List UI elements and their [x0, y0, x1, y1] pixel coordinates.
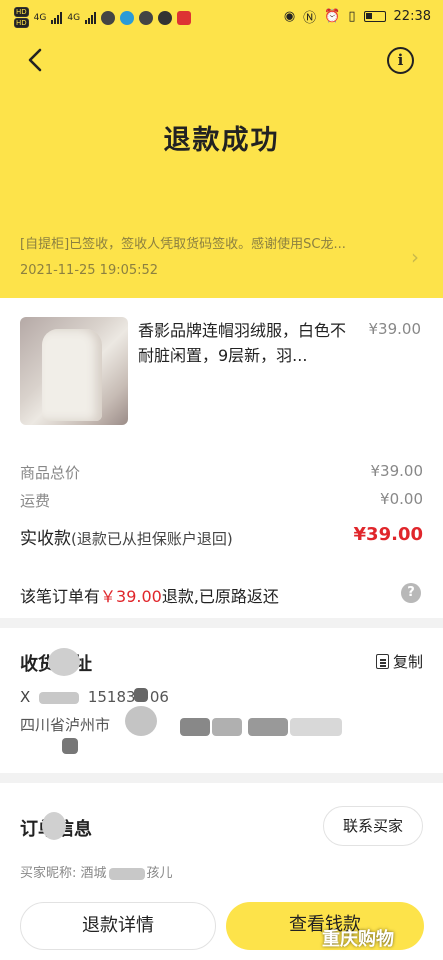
signal-icon-2 — [85, 11, 97, 24]
product-name[interactable]: 香影品牌连帽羽绒服，白色不耐脏闲置，9层新，羽... — [138, 318, 356, 368]
privacy-blur-4 — [290, 718, 342, 736]
info-icon: i — [397, 51, 404, 69]
copy-button[interactable]: 复制 — [375, 651, 423, 672]
hd-badge-2: HD — [14, 18, 29, 28]
address-region: 四川省泸州市 — [20, 716, 111, 734]
paid-label: 实收款 — [20, 529, 71, 549]
product-thumbnail[interactable] — [20, 317, 128, 425]
shipping-value: ¥0.00 — [380, 490, 423, 508]
alarm-icon: ⏰ — [324, 9, 341, 24]
privacy-blur — [48, 648, 80, 676]
privacy-blur-circle — [125, 706, 157, 736]
refund-amount: ￥39.00 — [100, 587, 162, 606]
nickname-prefix: 买家昵称: 酒城 — [20, 866, 107, 881]
logistics-message: [自提柜]已签收，签收人凭取货码签收。感谢使用SC龙... — [20, 237, 346, 252]
copy-label: 复制 — [392, 653, 423, 671]
receiver-phone: 151836 06 — [87, 688, 169, 706]
battery-icon — [363, 11, 386, 22]
status-right: ◉ Ⓝ ⏰ ▯ 22:38 — [284, 7, 431, 26]
info-button[interactable]: i — [387, 47, 414, 74]
product-price: ¥39.00 — [368, 320, 422, 338]
status-left: HD HD 4G 4G — [14, 7, 192, 28]
clock: 22:38 — [393, 9, 431, 24]
privacy-blur-nick — [108, 867, 145, 880]
hd-badge-1: HD — [14, 7, 29, 17]
privacy-blur-name — [39, 691, 80, 704]
hd-badges: HD HD — [14, 7, 29, 28]
page-title: 退款成功 — [163, 125, 280, 156]
vibrate-icon: ▯ — [348, 9, 356, 24]
refund-note-suffix: 退款,已原路返还 — [161, 587, 279, 606]
contact-buyer-button[interactable]: 联系买家 — [323, 806, 423, 846]
logistics-time: 2021-11-25 19:05:52 — [20, 263, 159, 278]
privacy-blur-7 — [42, 812, 66, 840]
copy-icon — [375, 654, 389, 669]
shipping-row: 运费 ¥0.00 — [20, 490, 423, 511]
nickname-suffix: 孩儿 — [146, 866, 173, 881]
paid-label-wrap: 实收款(退款已从担保账户退回) — [20, 524, 233, 549]
total-label: 商品总价 — [20, 464, 81, 482]
chevron-right-icon[interactable]: › — [411, 245, 419, 269]
total-row: 商品总价 ¥39.00 — [20, 462, 423, 483]
network-label-1: 4G — [33, 12, 47, 23]
nfc-icon: Ⓝ — [303, 11, 317, 26]
paid-row: 实收款(退款已从担保账户退回) ¥39.00 — [20, 524, 423, 549]
app-notification-icon — [101, 10, 116, 25]
paid-hint: (退款已从担保账户退回) — [71, 530, 233, 548]
privacy-blur-1 — [180, 718, 210, 736]
receiver-name-masked: X — [20, 688, 31, 706]
network-label-2: 4G — [67, 12, 81, 23]
total-value: ¥39.00 — [370, 462, 424, 480]
signal-icon — [51, 11, 63, 24]
view-wallet-button[interactable]: 查看钱款 — [226, 902, 424, 950]
paid-value: ¥39.00 — [353, 524, 423, 545]
address-detail: 四川省泸州市 — [20, 714, 110, 735]
buyer-nickname: 买家昵称: 酒城 孩儿 — [20, 862, 173, 881]
privacy-blur-5 — [62, 738, 78, 754]
refund-note: 该笔订单有￥39.00退款,已原路返还 — [20, 583, 279, 607]
chevron-left-icon — [28, 48, 42, 72]
privacy-blur-6 — [134, 688, 148, 702]
back-button[interactable] — [22, 44, 50, 76]
privacy-blur-2 — [212, 718, 242, 736]
eye-icon: ◉ — [283, 9, 296, 24]
qq-icon — [158, 10, 173, 25]
app-notification-icon-2 — [120, 10, 135, 25]
shipping-label: 运费 — [20, 492, 51, 510]
status-bar: HD HD 4G 4G ◉ Ⓝ ⏰ ▯ 22:38 — [0, 0, 443, 34]
coat-image — [42, 329, 102, 421]
logistics-status[interactable]: [自提柜]已签收，签收人凭取货码签收。感谢使用SC龙... 2021-11-25… — [20, 232, 400, 284]
refund-note-prefix: 该笔订单有 — [20, 587, 101, 606]
refund-detail-button[interactable]: 退款详情 — [20, 902, 216, 950]
privacy-blur-3 — [248, 718, 288, 736]
help-icon[interactable]: ? — [401, 583, 421, 603]
app-notification-icon-4 — [177, 10, 192, 25]
app-notification-icon-3 — [139, 10, 154, 25]
